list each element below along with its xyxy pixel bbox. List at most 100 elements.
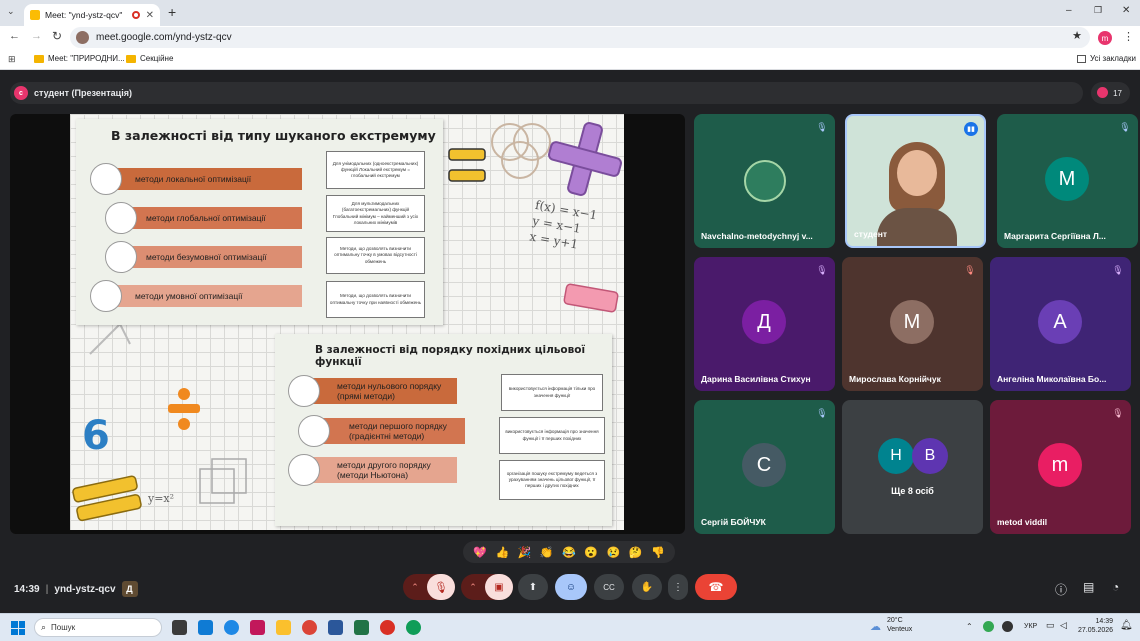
reaction-thinking-icon[interactable]: 🤔: [629, 546, 643, 559]
word-icon[interactable]: [328, 620, 343, 635]
mic-off-icon[interactable]: 🎙︎: [427, 574, 455, 600]
reaction-laugh-icon[interactable]: 😂: [562, 546, 576, 559]
bookmark-star-icon[interactable]: ★: [1072, 29, 1082, 42]
method-bullet: [105, 241, 137, 273]
top-panel-title: В залежності від типу шуканого екстремум…: [111, 128, 436, 143]
excel-icon[interactable]: [354, 620, 369, 635]
mic-muted-icon: 🎙︎: [1119, 121, 1131, 132]
chrome-profile-icon[interactable]: [380, 620, 395, 635]
clock-time: 14:39: [1095, 618, 1114, 625]
captions-icon[interactable]: CC: [594, 574, 624, 600]
participant-tile[interactable]: Д 🎙︎ Дарина Василівна Стихун: [694, 257, 835, 391]
browser-tab[interactable]: Meet: "ynd-ystz-qcv" ✕: [24, 4, 160, 26]
window-close-icon[interactable]: ✕: [1122, 5, 1130, 16]
browser-menu-icon[interactable]: ⋮: [1123, 30, 1134, 43]
notifications-icon[interactable]: 🔔︎: [1120, 620, 1133, 631]
present-screen-icon[interactable]: ⬆: [518, 574, 548, 600]
method-bar: методи умовної оптимізації: [103, 285, 302, 307]
bookmark-item-meet[interactable]: Meet: "ПРИРОДНИ...: [34, 54, 125, 63]
reaction-heart-icon[interactable]: 💖: [473, 546, 487, 559]
reaction-sad-icon[interactable]: 😢: [607, 546, 621, 559]
tray-chevron-icon[interactable]: ⌃: [966, 622, 973, 631]
presenter-label: студент (Презентація): [34, 88, 132, 98]
people-avatar-icon: [1097, 87, 1108, 98]
windows-start-icon[interactable]: [11, 621, 25, 635]
emoji-reaction-icon[interactable]: ☺: [555, 574, 587, 600]
recording-icon: [131, 11, 140, 19]
tab-title: Meet: "ynd-ystz-qcv": [45, 10, 123, 20]
maximize-icon[interactable]: ❐: [1094, 5, 1102, 16]
participant-tile[interactable]: М 🎙︎ Мирослава Корнійчук: [842, 257, 983, 391]
chrome-icon[interactable]: [302, 620, 317, 635]
camera-off-icon[interactable]: ▣: [485, 574, 513, 600]
reaction-clap-icon[interactable]: 👏: [540, 546, 554, 559]
other-avatar: Н: [878, 438, 914, 474]
participant-tile-speaking[interactable]: ▮▮ студент: [845, 114, 986, 248]
volume-icon[interactable]: ◁: [1060, 620, 1067, 631]
profile-avatar[interactable]: m: [1098, 31, 1112, 45]
top-panel: В залежності від типу шуканого екстремум…: [76, 119, 443, 325]
reaction-thumbs-up-icon[interactable]: 👍: [495, 546, 509, 559]
meeting-time: 14:39: [14, 583, 40, 595]
chat-icon[interactable]: ▤: [1083, 580, 1094, 594]
participant-name: Мирослава Корнійчук: [849, 374, 941, 384]
people-count-button[interactable]: 17: [1091, 82, 1130, 104]
camera-control-group: ⌃ ▣: [461, 574, 513, 600]
participant-tile[interactable]: m 🎙︎ metod viddil: [990, 400, 1131, 534]
more-options-icon[interactable]: ⋮: [668, 574, 688, 600]
new-tab-icon[interactable]: +: [168, 4, 176, 20]
participant-name: Ангеліна Миколаївна Бо...: [997, 374, 1107, 384]
method-bullet: [90, 163, 122, 195]
method-note: використовується інформація про значення…: [499, 417, 605, 454]
reload-icon[interactable]: ↻: [52, 29, 62, 43]
all-bookmarks[interactable]: Усі закладки: [1077, 54, 1136, 63]
mic-control-group: ⌃ 🎙︎: [403, 574, 455, 600]
weather-icon: ☁: [870, 621, 881, 633]
participant-tile[interactable]: А 🎙︎ Ангеліна Миколаївна Бо...: [990, 257, 1131, 391]
back-icon[interactable]: ←: [9, 30, 20, 42]
participant-name: metod viddil: [997, 517, 1048, 527]
site-info-icon[interactable]: [76, 31, 89, 44]
participant-tile[interactable]: 🎙︎ Navchalno-metodychnyj v...: [694, 114, 835, 248]
reaction-surprised-icon[interactable]: 😮: [584, 546, 598, 559]
participant-avatar: Д: [742, 300, 786, 344]
system-clock[interactable]: 14:39 27.05.2026: [1078, 617, 1113, 635]
bookmark-item-section[interactable]: Секційне: [126, 54, 173, 63]
weather-desc: Venteux: [887, 625, 913, 633]
task-view-icon[interactable]: [172, 620, 187, 635]
app-icon[interactable]: [250, 620, 265, 635]
camera-options-icon[interactable]: ⌃: [461, 582, 485, 593]
reaction-party-icon[interactable]: 🎉: [518, 546, 532, 559]
chrome-profile-icon[interactable]: [406, 620, 421, 635]
file-explorer-icon[interactable]: [276, 620, 291, 635]
taskbar-search[interactable]: ⌕ Пошук: [34, 618, 162, 637]
network-icon[interactable]: ▭: [1046, 620, 1055, 631]
reaction-thumbs-down-icon[interactable]: 👎: [651, 546, 665, 559]
tray-app-icon[interactable]: [1002, 621, 1013, 632]
language-indicator[interactable]: УКР: [1024, 623, 1037, 630]
activities-icon[interactable]: ◔: [1112, 580, 1119, 594]
raise-hand-icon[interactable]: ✋: [632, 574, 662, 600]
browser-tab-strip: ⌄ Meet: "ynd-ystz-qcv" ✕ + – ❐ ✕: [0, 0, 1140, 26]
presenter-bar: с студент (Презентація): [10, 82, 1083, 104]
leave-call-icon[interactable]: ☎: [695, 574, 737, 600]
meet-favicon-icon: [30, 10, 40, 20]
participant-tile[interactable]: С 🎙︎ Сергій БОЙЧУК: [694, 400, 835, 534]
participant-tile[interactable]: М 🎙︎ Маргарита Сергіївна Л...: [997, 114, 1138, 248]
weather-widget[interactable]: 20°C Venteux: [887, 617, 912, 635]
minimize-icon[interactable]: –: [1066, 5, 1072, 16]
edge-icon[interactable]: [224, 620, 239, 635]
forward-icon[interactable]: →: [31, 30, 42, 42]
apps-grid-icon[interactable]: ⊞: [8, 54, 16, 65]
folder-icon: [126, 54, 136, 63]
tab-search-icon[interactable]: ⌄: [7, 6, 15, 17]
mic-options-icon[interactable]: ⌃: [403, 582, 427, 593]
url-bar[interactable]: meet.google.com/ynd-ystz-qcv ★: [70, 27, 1090, 48]
meeting-details-icon[interactable]: ⓘ: [1055, 581, 1067, 598]
participant-name: Дарина Василівна Стихун: [701, 374, 811, 384]
app-icon[interactable]: [198, 620, 213, 635]
tab-close-icon[interactable]: ✕: [146, 10, 154, 21]
bookmark-label: Секційне: [140, 54, 174, 63]
tray-app-icon[interactable]: [983, 621, 994, 632]
others-tile[interactable]: Н В Ще 8 осіб: [842, 400, 983, 534]
